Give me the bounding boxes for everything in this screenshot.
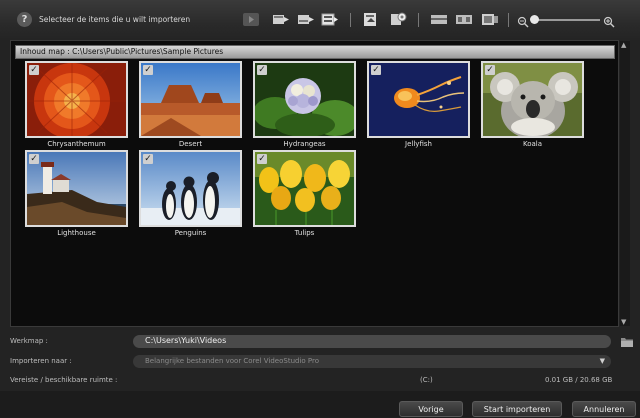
thumbnail-caption: Hydrangeas: [283, 140, 326, 148]
split-icon[interactable]: [430, 12, 448, 27]
import-to-track-icon[interactable]: [272, 12, 290, 27]
workfolder-field[interactable]: C:\Users\Yuki\Videos: [133, 335, 611, 348]
toolbar: ? Selecteer de items die u wilt importer…: [0, 0, 640, 40]
help-icon[interactable]: ?: [17, 12, 32, 27]
import-to-value: Belangrijke bestanden voor Corel VideoSt…: [145, 357, 320, 365]
tulips-image: [255, 152, 354, 225]
scene-icon[interactable]: [481, 12, 499, 27]
item-checkbox[interactable]: ✓: [257, 154, 267, 164]
scroll-down-icon[interactable]: ▼: [621, 318, 626, 326]
toolbar-divider: [508, 13, 509, 27]
thumbnail-caption: Lighthouse: [57, 229, 96, 237]
item-checkbox[interactable]: ✓: [371, 65, 381, 75]
filmstrip-icon[interactable]: [455, 12, 473, 27]
workfolder-value: C:\Users\Yuki\Videos: [145, 336, 227, 345]
thumbnail-chrysanthemum[interactable]: ✓: [25, 61, 128, 138]
item-checkbox[interactable]: ✓: [29, 154, 39, 164]
media-browser: Inhoud map : C:\Users\Public\Pictures\Sa…: [10, 40, 630, 327]
folder-path-label: Inhoud map : C:\Users\Public\Pictures\Sa…: [20, 47, 224, 56]
thumbnail-desert[interactable]: ✓: [139, 61, 242, 138]
desert-image: [141, 63, 240, 136]
zoom-out-icon[interactable]: [517, 13, 529, 28]
play-icon[interactable]: [242, 12, 260, 27]
folder-path-bar: Inhoud map : C:\Users\Public\Pictures\Sa…: [15, 45, 615, 59]
penguins-image: [141, 152, 240, 225]
koala-image: [483, 63, 582, 136]
import-to-track-3-icon[interactable]: [321, 12, 339, 27]
jellyfish-image: [369, 63, 468, 136]
previous-button[interactable]: Vorige: [399, 401, 463, 417]
hydrangeas-image: [255, 63, 354, 136]
cancel-button[interactable]: Annuleren: [572, 401, 636, 417]
import-to-library-icon[interactable]: [362, 12, 380, 27]
browse-folder-icon[interactable]: [620, 334, 634, 348]
lighthouse-image: [27, 152, 126, 225]
thumbnail-caption: Koala: [522, 140, 543, 148]
item-checkbox[interactable]: ✓: [143, 65, 153, 75]
zoom-slider-thumb[interactable]: [530, 15, 539, 24]
import-dialog: ? Selecteer de items die u wilt importer…: [0, 0, 640, 417]
zoom-in-icon[interactable]: [603, 13, 615, 28]
chrysanthemum-image: [27, 63, 126, 136]
drive-label: (C:): [420, 376, 433, 384]
vertical-scrollbar[interactable]: ▲ ▼: [620, 41, 630, 326]
import-to-select[interactable]: Belangrijke bestanden voor Corel VideoSt…: [133, 355, 611, 368]
space-value: 0.01 GB / 20.68 GB: [545, 376, 613, 384]
workfolder-label: Werkmap :: [10, 337, 48, 345]
thumbnail-caption: Penguins: [174, 229, 207, 237]
settings-icon[interactable]: [389, 12, 407, 27]
thumbnail-lighthouse[interactable]: ✓: [25, 150, 128, 227]
toolbar-divider: [350, 13, 351, 27]
thumbnail-caption: Jellyfish: [405, 140, 432, 148]
start-import-button[interactable]: Start importeren: [472, 401, 562, 417]
space-label: Vereiste / beschikbare ruimte :: [10, 376, 118, 384]
thumbnail-caption: Desert: [178, 140, 203, 148]
thumbnail-penguins[interactable]: ✓: [139, 150, 242, 227]
thumbnail-caption: Tulips: [294, 229, 315, 237]
thumbnail-koala[interactable]: ✓: [481, 61, 584, 138]
thumbnail-jellyfish[interactable]: ✓: [367, 61, 470, 138]
dropdown-arrow-icon[interactable]: ▼: [600, 357, 605, 365]
item-checkbox[interactable]: ✓: [257, 65, 267, 75]
zoom-slider-track[interactable]: [534, 19, 600, 21]
thumbnail-hydrangeas[interactable]: ✓: [253, 61, 356, 138]
item-checkbox[interactable]: ✓: [485, 65, 495, 75]
item-checkbox[interactable]: ✓: [143, 154, 153, 164]
import-to-track-2-icon[interactable]: [297, 12, 315, 27]
scroll-up-icon[interactable]: ▲: [621, 41, 626, 49]
thumbnail-tulips[interactable]: ✓: [253, 150, 356, 227]
toolbar-divider: [418, 13, 419, 27]
instruction-text: Selecteer de items die u wilt importeren: [39, 15, 191, 24]
import-to-label: Importeren naar :: [10, 357, 72, 365]
item-checkbox[interactable]: ✓: [29, 65, 39, 75]
thumbnail-caption: Chrysanthemum: [47, 140, 106, 148]
